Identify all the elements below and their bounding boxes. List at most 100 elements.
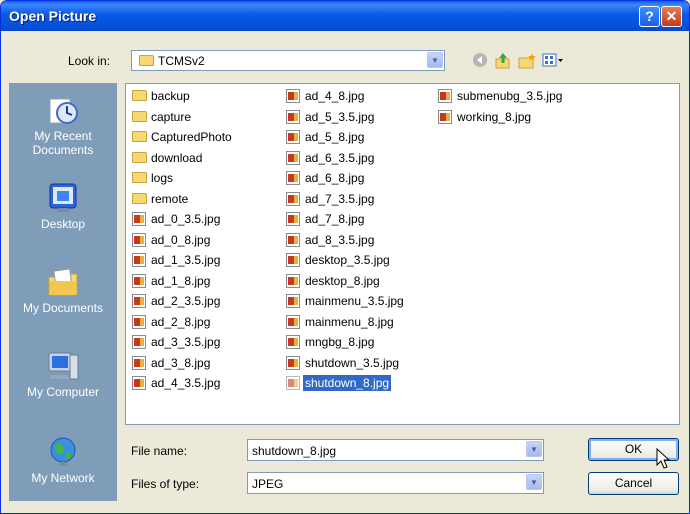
file-name: ad_5_8.jpg — [305, 130, 365, 144]
file-name: backup — [151, 89, 190, 103]
file-name-field[interactable]: shutdown_8.jpg ▼ — [247, 439, 544, 461]
image-file-icon — [286, 109, 300, 124]
file-name: desktop_8.jpg — [305, 273, 380, 288]
image-file-icon — [132, 273, 146, 288]
image-file-icon — [286, 376, 300, 390]
title-bar[interactable]: Open Picture ? ✕ — [1, 1, 689, 31]
image-file-icon — [286, 335, 300, 349]
my-network-icon — [46, 435, 80, 469]
file-name: submenubg_3.5.jpg — [457, 89, 563, 103]
file-name-label: File name: — [131, 444, 188, 458]
file-list[interactable]: backup capture CapturedPhoto download logs re… — [125, 83, 680, 425]
file-name: ad_3_3.5.jpg — [151, 335, 221, 349]
image-file-icon — [132, 212, 146, 226]
file-name: mainmenu_3.5.jpg — [305, 294, 404, 308]
close-button[interactable]: ✕ — [661, 6, 682, 27]
image-file-icon — [438, 109, 452, 124]
my-computer-icon — [46, 349, 80, 383]
file-name: mainmenu_8.jpg — [305, 314, 394, 329]
image-file-icon — [438, 89, 452, 103]
place-my-network[interactable]: My Network — [9, 435, 117, 485]
image-file-icon — [286, 273, 300, 288]
views-menu-icon[interactable] — [542, 52, 564, 70]
place-label: My Network — [31, 471, 95, 485]
image-file-icon — [132, 232, 146, 247]
place-label: My Computer — [26, 385, 100, 399]
file-name: ad_7_3.5.jpg — [305, 191, 375, 206]
file-name: ad_6_3.5.jpg — [305, 150, 375, 165]
folder-icon — [132, 131, 147, 142]
folder-icon — [132, 110, 147, 122]
window-title: Open Picture — [9, 8, 97, 24]
file-name: ad_0_3.5.jpg — [151, 212, 221, 226]
place-label: My Recent Documents — [32, 129, 94, 157]
my-documents-icon — [46, 265, 80, 299]
file-name: ad_1_3.5.jpg — [151, 253, 221, 267]
image-file-icon — [286, 294, 300, 308]
file-type-dropdown[interactable]: JPEG ▼ — [247, 472, 544, 494]
image-file-icon — [132, 355, 146, 370]
folder-icon — [139, 55, 154, 66]
file-name: shutdown_3.5.jpg — [305, 355, 400, 370]
image-file-icon — [132, 294, 146, 308]
image-file-icon — [286, 253, 300, 267]
file-name: ad_4_3.5.jpg — [151, 376, 221, 390]
image-file-icon — [286, 171, 300, 185]
cancel-button[interactable]: Cancel — [588, 472, 679, 495]
folder-icon — [132, 151, 147, 163]
chevron-down-icon[interactable]: ▼ — [427, 52, 443, 68]
file-name: ad_6_8.jpg — [305, 171, 365, 185]
file-name: CapturedPhoto — [151, 130, 232, 144]
image-file-icon — [286, 232, 300, 247]
file-name: ad_2_3.5.jpg — [151, 294, 221, 308]
image-file-icon — [132, 335, 146, 349]
places-bar: My Recent Documents Desktop My Documents… — [9, 83, 117, 501]
file-name: mngbg_8.jpg — [305, 335, 375, 349]
image-file-icon — [286, 89, 300, 103]
image-file-icon — [286, 191, 300, 206]
file-name: logs — [151, 171, 174, 185]
file-name: remote — [151, 191, 189, 206]
file-name: capture — [151, 109, 192, 124]
file-name: ad_7_8.jpg — [305, 212, 365, 226]
file-name: ad_2_8.jpg — [151, 314, 211, 329]
file-name: ad_5_3.5.jpg — [305, 109, 375, 124]
look-in-value: TCMSv2 — [158, 54, 205, 68]
image-file-icon — [132, 376, 146, 390]
recent-documents-icon — [46, 93, 80, 127]
image-file-icon — [286, 355, 300, 370]
back-icon[interactable] — [471, 52, 489, 70]
file-name: ad_4_8.jpg — [305, 89, 365, 103]
folder-icon — [132, 172, 147, 183]
image-file-icon — [286, 150, 300, 165]
image-file-icon — [132, 253, 146, 267]
file-type-value: JPEG — [252, 477, 284, 491]
image-file-icon — [286, 212, 300, 226]
new-folder-icon[interactable] — [518, 52, 536, 70]
chevron-down-icon[interactable]: ▼ — [526, 441, 542, 457]
folder-icon — [132, 90, 147, 101]
file-name-value: shutdown_8.jpg — [252, 444, 337, 458]
place-my-recent-documents[interactable]: My Recent Documents — [9, 93, 117, 157]
help-button[interactable]: ? — [639, 6, 660, 27]
file-name: download — [151, 150, 203, 165]
file-name: shutdown_8.jpg — [303, 375, 392, 391]
file-name: working_8.jpg — [457, 109, 532, 124]
file-name: ad_1_8.jpg — [151, 273, 211, 288]
image-file-icon — [132, 314, 146, 329]
file-type-label: Files of type: — [131, 477, 200, 491]
look-in-label: Look in: — [68, 54, 111, 68]
image-file-icon — [286, 130, 300, 144]
place-my-computer[interactable]: My Computer — [9, 349, 117, 399]
up-folder-icon[interactable] — [494, 52, 512, 70]
file-name: ad_3_8.jpg — [151, 355, 211, 370]
file-name: ad_0_8.jpg — [151, 232, 211, 247]
place-desktop[interactable]: Desktop — [9, 181, 117, 231]
place-my-documents[interactable]: My Documents — [9, 265, 117, 315]
chevron-down-icon[interactable]: ▼ — [526, 474, 542, 490]
file-name: desktop_3.5.jpg — [305, 253, 390, 267]
look-in-dropdown[interactable]: TCMSv2 ▼ — [131, 50, 445, 71]
place-label: Desktop — [40, 217, 86, 231]
open-picture-dialog: Open Picture ? ✕ Look in: TCMSv2 ▼ My Re… — [0, 0, 690, 514]
image-file-icon — [286, 314, 300, 329]
